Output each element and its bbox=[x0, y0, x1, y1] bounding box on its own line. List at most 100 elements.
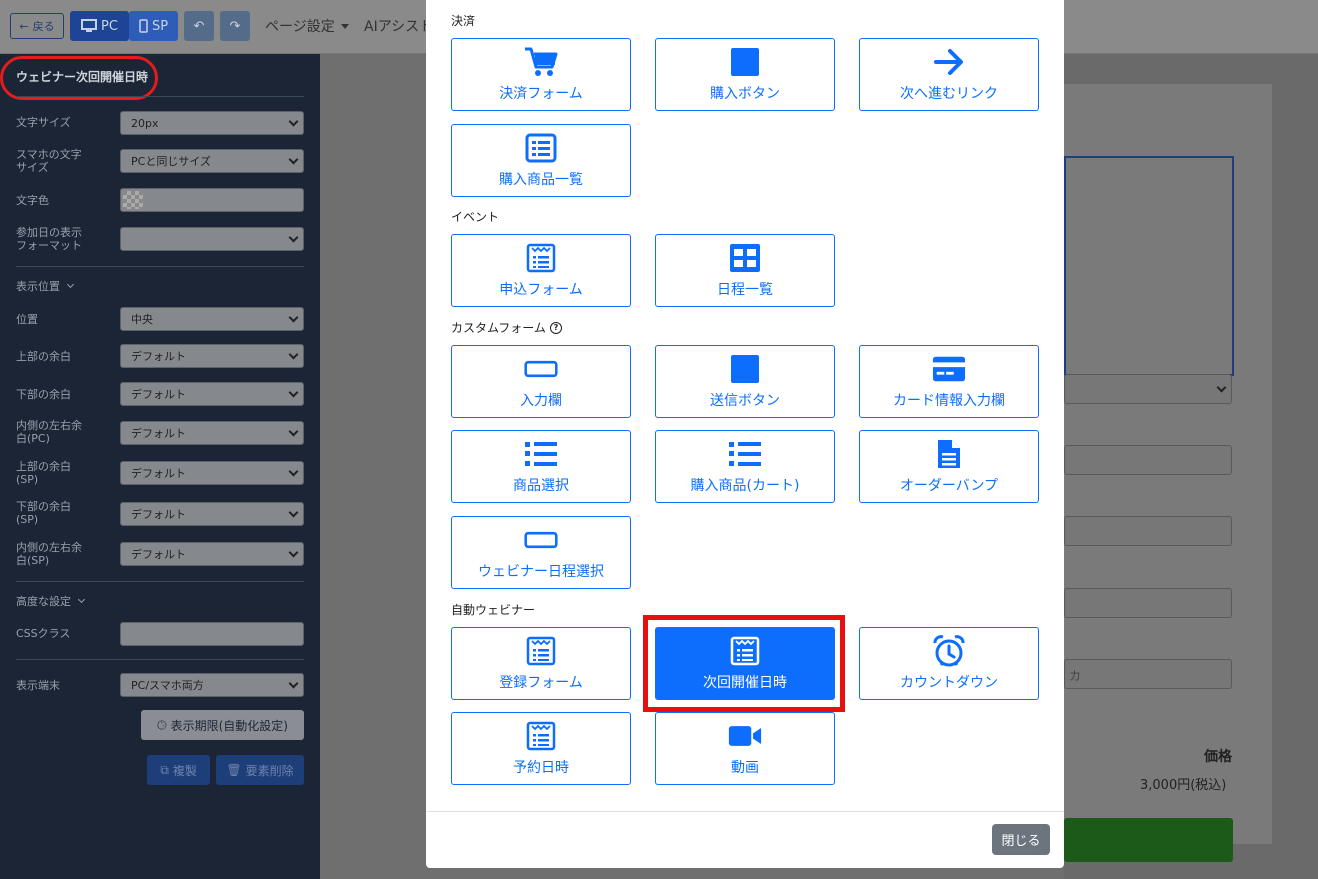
margin-top-sp-select[interactable]: デフォルト bbox=[120, 461, 304, 485]
form-icon bbox=[524, 719, 558, 753]
chevron-down-icon bbox=[288, 154, 299, 165]
divider bbox=[16, 96, 304, 97]
position-section-toggle[interactable]: 表示位置 bbox=[16, 280, 75, 293]
margin-bottom-label: 下部の余白 bbox=[16, 388, 71, 401]
position-label: 位置 bbox=[16, 313, 38, 326]
tile-label: 送信ボタン bbox=[710, 393, 780, 409]
price-value: 3,000円(税込) bbox=[1140, 778, 1227, 793]
padding-pc-label: 内側の左右余 白(PC) bbox=[16, 419, 82, 445]
back-label: 戻る bbox=[32, 20, 55, 33]
help-icon[interactable]: ? bbox=[549, 321, 562, 334]
tile-input-field[interactable]: 入力欄 bbox=[451, 345, 631, 418]
padding-sp-select[interactable]: デフォルト bbox=[120, 542, 304, 566]
chevron-down-icon bbox=[288, 349, 299, 360]
tile-buy-button[interactable]: 購入ボタン bbox=[655, 38, 835, 111]
tile-label: ウェビナー日程選択 bbox=[478, 564, 604, 580]
bullet-list-icon bbox=[524, 437, 558, 471]
margin-bottom-sp-label: 下部の余白 (SP) bbox=[16, 500, 71, 526]
font-size-select[interactable]: 20px bbox=[120, 111, 304, 135]
date-format-label: 参加日の表示 フォーマット bbox=[16, 226, 82, 252]
tile-cart[interactable]: 購入商品(カート) bbox=[655, 430, 835, 503]
cart-icon bbox=[524, 45, 558, 79]
position-section-label: 表示位置 bbox=[16, 280, 60, 293]
tile-label: 購入商品(カート) bbox=[690, 478, 800, 494]
transparent-swatch-icon bbox=[123, 191, 143, 209]
padding-pc-select[interactable]: デフォルト bbox=[120, 421, 304, 445]
ai-assist-menu[interactable]: AIアシスト bbox=[364, 16, 433, 36]
duplicate-button[interactable]: ⧉ 複製 bbox=[147, 755, 210, 785]
redo-icon: ↷ bbox=[229, 18, 241, 34]
padding-pc-value: デフォルト bbox=[131, 427, 186, 440]
price-header: 価格 bbox=[1204, 749, 1232, 765]
advanced-section-label: 高度な設定 bbox=[16, 595, 71, 608]
display-period-button[interactable]: 🕓︎ 表示期限(自動化設定) bbox=[141, 710, 304, 740]
chevron-down-icon bbox=[77, 595, 86, 604]
tile-schedule-list[interactable]: 日程一覧 bbox=[655, 234, 835, 307]
css-class-input[interactable] bbox=[120, 622, 304, 646]
delete-element-button[interactable]: 🗑︎ 要素削除 bbox=[216, 755, 304, 785]
pc-label: PC bbox=[101, 18, 118, 34]
undo-button[interactable]: ↶ bbox=[184, 11, 214, 41]
chevron-down-icon bbox=[288, 678, 299, 689]
margin-top-select[interactable]: デフォルト bbox=[120, 344, 304, 368]
sp-font-size-value: PCと同じサイズ bbox=[131, 155, 211, 168]
tile-label: 購入ボタン bbox=[710, 86, 780, 102]
modal-footer-divider bbox=[426, 811, 1064, 812]
ai-assist-label: AIアシスト bbox=[364, 19, 434, 35]
form-icon bbox=[524, 634, 558, 668]
tile-video[interactable]: 動画 bbox=[655, 712, 835, 785]
chevron-down-icon bbox=[1216, 382, 1227, 393]
chevron-down-icon bbox=[66, 280, 75, 289]
margin-bottom-select[interactable]: デフォルト bbox=[120, 382, 304, 406]
device-value: PC/スマホ両方 bbox=[131, 679, 204, 692]
section-payment: 決済 bbox=[451, 14, 476, 28]
chevron-down-icon bbox=[288, 466, 299, 477]
sp-view-button[interactable]: SP bbox=[129, 11, 178, 41]
margin-bottom-sp-select[interactable]: デフォルト bbox=[120, 502, 304, 526]
close-button[interactable]: 閉じる bbox=[992, 824, 1050, 855]
input-box-icon bbox=[524, 523, 558, 557]
sp-font-size-select[interactable]: PCと同じサイズ bbox=[120, 149, 304, 173]
tile-webinar-schedule[interactable]: ウェビナー日程選択 bbox=[451, 516, 631, 589]
text-color-input[interactable] bbox=[120, 188, 304, 212]
alarm-clock-icon bbox=[932, 634, 966, 668]
square-icon bbox=[728, 45, 762, 79]
device-label: 表示端末 bbox=[16, 679, 60, 692]
section-auto-webinar: 自動ウェビナー bbox=[451, 603, 536, 617]
chevron-down-icon bbox=[288, 426, 299, 437]
position-select[interactable]: 中央 bbox=[120, 307, 304, 331]
tile-label: オーダーバンプ bbox=[899, 478, 999, 494]
tile-card-input[interactable]: カード情報入力欄 bbox=[859, 345, 1039, 418]
tile-reservation-datetime[interactable]: 予約日時 bbox=[451, 712, 631, 785]
preview-input: カ bbox=[1064, 659, 1232, 689]
tile-label: 登録フォーム bbox=[499, 675, 583, 691]
page-settings-menu[interactable]: ページ設定 bbox=[265, 16, 349, 36]
font-size-value: 20px bbox=[131, 116, 159, 130]
input-placeholder: カ bbox=[1069, 669, 1082, 683]
tile-countdown[interactable]: カウントダウン bbox=[859, 627, 1039, 700]
advanced-section-toggle[interactable]: 高度な設定 bbox=[16, 595, 86, 608]
sp-font-size-label: スマホの文字 サイズ bbox=[16, 148, 82, 174]
tile-order-bump[interactable]: オーダーバンプ bbox=[859, 430, 1039, 503]
tile-product-select[interactable]: 商品選択 bbox=[451, 430, 631, 503]
tile-register-form[interactable]: 登録フォーム bbox=[451, 627, 631, 700]
duplicate-label: 複製 bbox=[172, 763, 197, 778]
caret-down-icon bbox=[340, 23, 349, 29]
tile-label: 決済フォーム bbox=[499, 86, 583, 102]
margin-top-sp-value: デフォルト bbox=[131, 467, 186, 480]
tile-next-link[interactable]: 次へ進むリンク bbox=[859, 38, 1039, 111]
tile-submit-button[interactable]: 送信ボタン bbox=[655, 345, 835, 418]
margin-bottom-value: デフォルト bbox=[131, 388, 186, 401]
document-icon bbox=[932, 437, 966, 471]
page-settings-label: ページ設定 bbox=[265, 19, 335, 35]
device-select[interactable]: PC/スマホ両方 bbox=[120, 673, 304, 697]
date-format-select[interactable] bbox=[120, 227, 304, 251]
tile-payment-form[interactable]: 決済フォーム bbox=[451, 38, 631, 111]
tile-apply-form[interactable]: 申込フォーム bbox=[451, 234, 631, 307]
margin-top-sp-label: 上部の余白 (SP) bbox=[16, 460, 71, 486]
tile-product-list[interactable]: 購入商品一覧 bbox=[451, 124, 631, 197]
copy-icon: ⧉ bbox=[160, 762, 169, 777]
pc-view-button[interactable]: PC bbox=[70, 11, 129, 41]
redo-button[interactable]: ↷ bbox=[220, 11, 250, 41]
back-button[interactable]: ← 戻る bbox=[10, 13, 64, 39]
